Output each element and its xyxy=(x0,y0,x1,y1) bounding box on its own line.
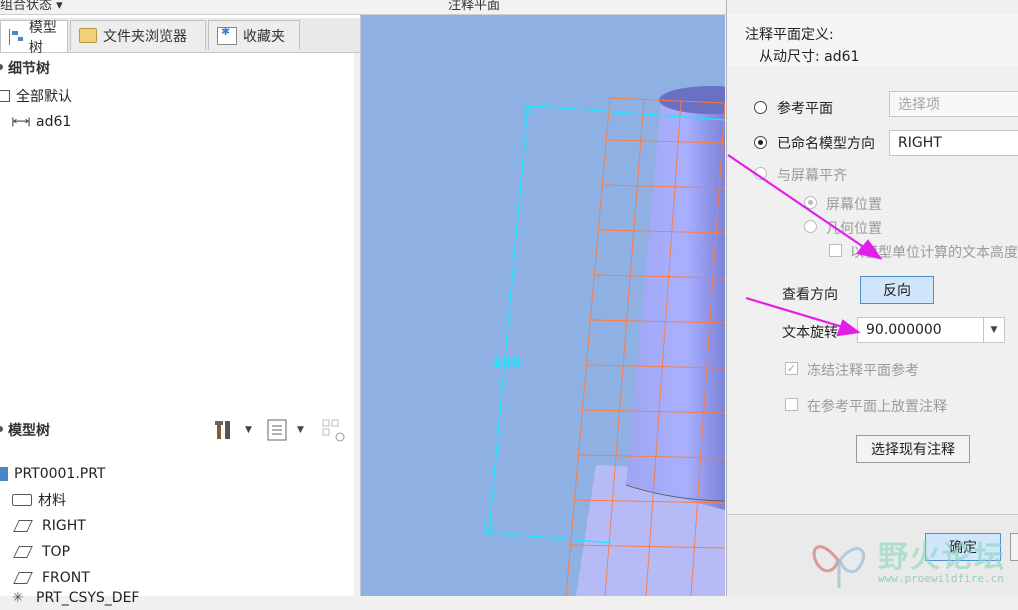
watermark-title: 野火论坛 xyxy=(878,540,1006,575)
arrow-to-flip-head xyxy=(856,239,883,260)
arrow-to-rotation-line xyxy=(745,296,847,330)
arrow-to-rotation-head xyxy=(836,319,861,337)
annotation-arrows-overlay xyxy=(727,154,883,337)
arrow-to-flip-line xyxy=(727,154,869,251)
watermark-url: www.proewildfire.cn xyxy=(878,572,1004,585)
butterfly-logo-icon xyxy=(812,545,866,588)
forum-watermark: 野火论坛 www.proewildfire.cn xyxy=(806,526,1018,596)
